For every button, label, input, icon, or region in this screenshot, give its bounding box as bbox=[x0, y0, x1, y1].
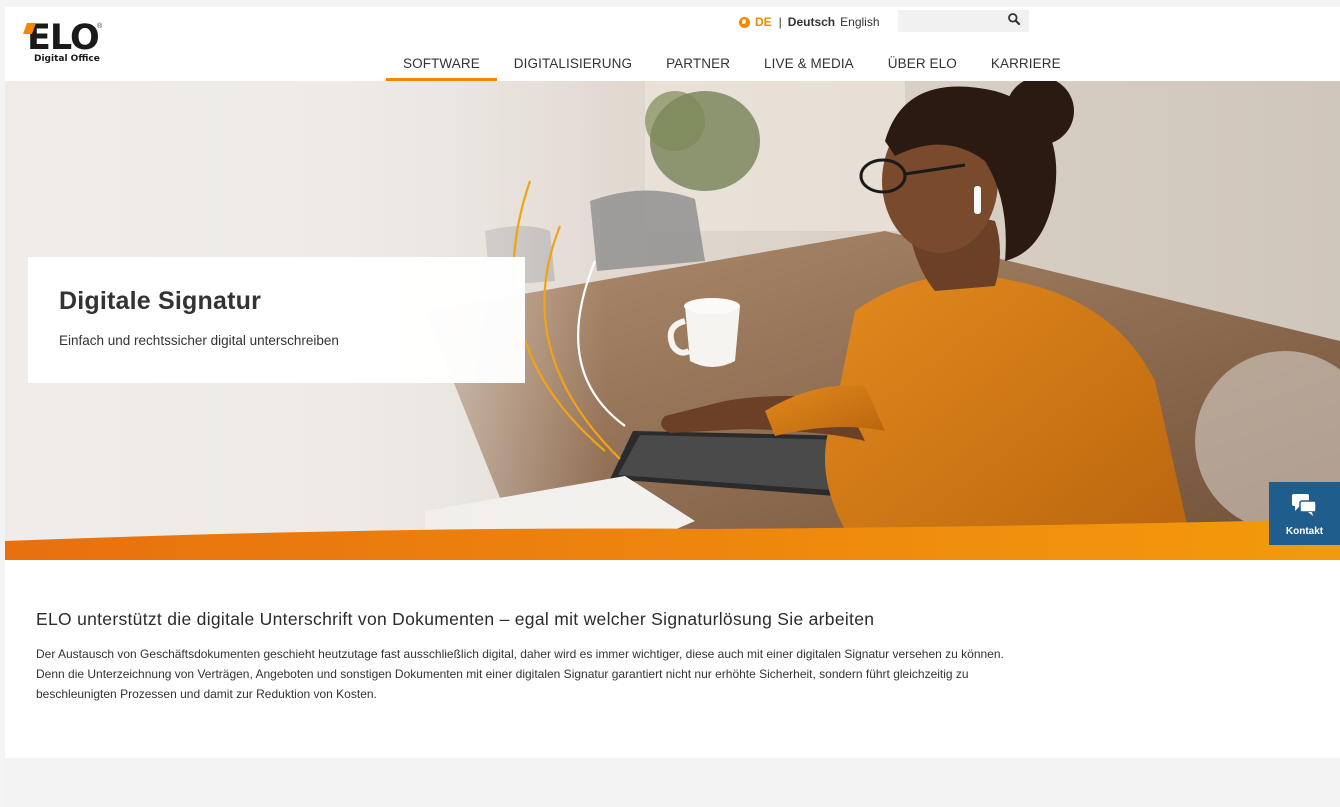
nav-item-ueber-elo[interactable]: ÜBER ELO bbox=[871, 51, 974, 81]
language-option-english[interactable]: English bbox=[840, 15, 879, 29]
site-header: ELO ® Digital Office DE | Deutsch Englis… bbox=[5, 7, 1340, 81]
kontakt-label: Kontakt bbox=[1285, 526, 1324, 537]
section-body: Der Austausch von Geschäftsdokumenten ge… bbox=[36, 647, 1004, 701]
globe-icon bbox=[739, 16, 750, 28]
language-separator: | bbox=[778, 15, 782, 29]
language-option-deutsch[interactable]: Deutsch bbox=[788, 15, 835, 29]
nav-item-karriere[interactable]: KARRIERE bbox=[974, 51, 1078, 81]
logo-mark: ELO bbox=[22, 21, 100, 56]
next-section-band bbox=[5, 758, 1340, 807]
nav-item-live-media[interactable]: LIVE & MEDIA bbox=[747, 51, 871, 81]
chat-bubbles-icon bbox=[1292, 494, 1317, 516]
section-heading: ELO unterstützt die digitale Unterschrif… bbox=[36, 609, 875, 629]
page: ELO ® Digital Office DE | Deutsch Englis… bbox=[5, 7, 1340, 807]
language-switcher: DE | Deutsch English bbox=[739, 15, 880, 29]
elo-logo[interactable]: ELO ® Digital Office bbox=[22, 21, 127, 65]
intro-section: ELO unterstützt die digitale Unterschrif… bbox=[36, 609, 1036, 704]
main-navigation: SOFTWARE DIGITALISIERUNG PARTNER LIVE & … bbox=[386, 51, 1078, 81]
hero-title: Digitale Signatur bbox=[59, 287, 262, 315]
nav-item-software[interactable]: SOFTWARE bbox=[386, 51, 497, 81]
logo-subtitle: Digital Office bbox=[34, 54, 100, 64]
current-language[interactable]: DE bbox=[755, 15, 772, 29]
logo-registered-mark: ® bbox=[97, 23, 103, 30]
search-icon[interactable] bbox=[1007, 12, 1021, 26]
hero-text-card: Digitale Signatur Einfach und rechtssich… bbox=[28, 257, 525, 383]
hero-banner: Digitale Signatur Einfach und rechtssich… bbox=[5, 81, 1340, 560]
kontakt-button[interactable]: Kontakt bbox=[1269, 482, 1340, 545]
nav-item-digitalisierung[interactable]: DIGITALISIERUNG bbox=[497, 51, 649, 81]
hero-subtitle: Einfach und rechtssicher digital untersc… bbox=[59, 333, 339, 348]
nav-item-partner[interactable]: PARTNER bbox=[649, 51, 747, 81]
